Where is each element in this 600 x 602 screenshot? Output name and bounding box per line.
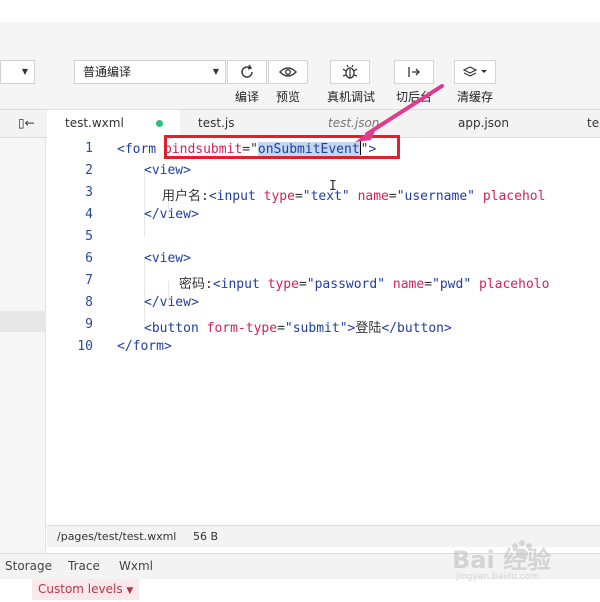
clear-cache-label: 清缓存 (457, 90, 494, 104)
ibeam-cursor-icon: I (329, 179, 337, 194)
annotation-arrow-icon (355, 84, 444, 142)
file-path: /pages/test/test.wxml (57, 530, 177, 543)
view-open-tag: <view> (144, 163, 191, 178)
tab-trace[interactable]: Trace (68, 559, 100, 573)
clear-cache-button[interactable] (454, 60, 496, 84)
line-number: 5 (85, 229, 93, 244)
compile-mode-select[interactable]: 普通编译 ▼ (74, 60, 226, 84)
chevron-down-icon: ▼ (126, 586, 134, 596)
name-pwd-value: "pwd" (432, 277, 472, 292)
button-text: 登陆 (355, 321, 382, 336)
file-size: 56 B (193, 530, 219, 543)
view-open-tag: <view> (144, 251, 191, 266)
tab-overflow[interactable]: te (587, 110, 599, 137)
placeholder-attr: placeholo (478, 277, 550, 292)
name-username-value: "username" (396, 189, 475, 204)
file-tree-panel (0, 138, 46, 553)
layers-icon (462, 66, 487, 77)
name-attr: name (357, 189, 389, 204)
chevron-down-icon: ▼ (212, 67, 219, 76)
chevron-down-icon: ▼ (21, 67, 28, 76)
window-top-strip (0, 0, 600, 22)
code-line-4: </view> (144, 207, 199, 222)
compile-button[interactable] (227, 60, 267, 84)
code-editor[interactable]: 1 2 3 4 5 6 7 8 9 10 <form bindsubmit="o… (47, 84, 600, 525)
selected-tree-row[interactable] (0, 311, 46, 332)
tab-label: app.json (458, 116, 509, 130)
tab-test-wxml[interactable]: test.wxml (47, 110, 180, 138)
type-attr: type (267, 277, 299, 292)
collapse-sidebar-icon[interactable]: ▯← (18, 116, 35, 130)
editor-tab-bar: ▯← test.wxml test.js test.json app.json … (0, 110, 600, 138)
switch-icon (408, 67, 420, 77)
username-label-text: 用户名: (162, 189, 209, 204)
watermark-url: jingyan.baidu.com (456, 572, 540, 582)
line-number: 3 (85, 185, 93, 200)
project-select[interactable]: ▼ (0, 60, 35, 84)
input-tag: <input (212, 277, 260, 292)
eye-icon (279, 67, 297, 77)
view-close-tag: </view> (144, 295, 199, 310)
code-line-6: <view> (144, 251, 191, 266)
preview-label: 预览 (276, 90, 301, 104)
tab-label: te (587, 116, 600, 130)
code-line-7: 密码:<input type="password" name="pwd" pla… (179, 277, 550, 292)
tab-wxml[interactable]: Wxml (119, 559, 153, 573)
password-label-text: 密码: (179, 277, 213, 292)
indent-guide (144, 171, 145, 237)
custom-levels-label: Custom levels (38, 582, 123, 596)
baidu-jingyan-watermark: Bai 经验 jingyan.baidu.com (452, 536, 582, 586)
form-close-tag: </form> (117, 339, 172, 354)
line-number: 8 (85, 295, 93, 310)
watermark-text: Bai 经验 (452, 546, 552, 574)
button-close-tag: </button> (381, 321, 452, 336)
toolbar: ▼ 普通编译 ▼ 编译 预览 真机调试 切后台 清缓存 (0, 22, 600, 110)
line-number: 6 (85, 251, 93, 266)
input-tag: <input (208, 189, 256, 204)
name-attr: name (392, 277, 425, 292)
modified-dot-icon (156, 120, 163, 127)
code-line-2: <view> (144, 163, 191, 178)
line-number: 1 (85, 141, 93, 156)
preview-button[interactable] (268, 60, 308, 84)
form-open-tag: <form (117, 142, 157, 157)
line-number: 9 (85, 317, 93, 332)
tab-test-js[interactable]: test.js (198, 110, 234, 137)
form-type-attr: form-type (206, 321, 278, 336)
line-number: 4 (85, 207, 93, 222)
code-line-8: </view> (144, 295, 199, 310)
form-type-value: "submit" (284, 321, 348, 336)
tab-label: test.wxml (65, 116, 124, 130)
button-open-tag: <button (144, 321, 199, 336)
refresh-icon (241, 64, 253, 78)
type-password-value: "password" (306, 277, 386, 292)
line-number: 7 (85, 273, 93, 288)
compile-label: 编译 (235, 90, 260, 104)
code-line-3: 用户名:<input type="text" name="username" p… (162, 189, 546, 204)
type-text-value: "text" (302, 189, 350, 204)
line-number: 2 (85, 163, 93, 178)
code-line-10: </form> (117, 339, 172, 354)
indent-guide (144, 259, 145, 325)
custom-levels-select[interactable]: Custom levels ▼ (32, 579, 140, 600)
tab-app-json[interactable]: app.json (458, 110, 509, 137)
view-close-tag: </view> (144, 207, 199, 222)
line-number: 10 (77, 339, 93, 354)
compile-mode-value: 普通编译 (83, 65, 132, 79)
tab-storage[interactable]: Storage (5, 559, 52, 573)
code-line-9: <button form-type="submit">登陆</button> (144, 321, 452, 336)
type-attr: type (263, 189, 295, 204)
tab-label: test.js (198, 116, 235, 130)
placeholder-attr: placehol (482, 189, 546, 204)
